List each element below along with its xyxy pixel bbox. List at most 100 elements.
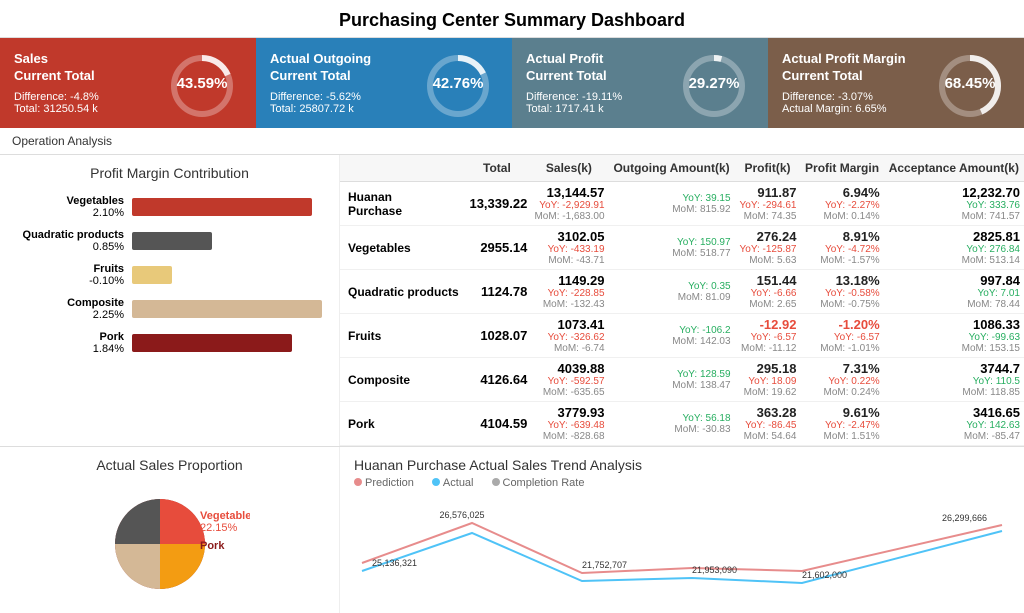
table-cell-accept: 997.84 YoY: 7.01 MoM: 78.44 (884, 270, 1024, 314)
trend-legend-item: Actual (432, 477, 474, 489)
table-header: Total (465, 155, 530, 182)
table-header: Sales(k) (529, 155, 608, 182)
table-cell-category: Fruits (340, 314, 465, 358)
bar-item: Fruits -0.10% (14, 263, 325, 287)
bar-item: Quadratic products 0.85% (14, 229, 325, 253)
kpi-card-outgoing: Actual OutgoingCurrent Total Difference:… (256, 38, 512, 128)
pie-area: Vegetables 22.15% Pork (14, 479, 325, 589)
svg-text:Vegetables: Vegetables (200, 510, 250, 522)
middle-row: Profit Margin Contribution Vegetables 2.… (0, 155, 1024, 447)
kpi-title-outgoing: Actual OutgoingCurrent Total (270, 51, 418, 85)
sales-proportion-title: Actual Sales Proportion (14, 457, 325, 473)
svg-text:21,602,000: 21,602,000 (802, 570, 847, 580)
svg-text:22.15%: 22.15% (200, 522, 238, 534)
kpi-total-profit: Total: 1717.41 k (526, 103, 674, 115)
table-cell-outgoing: YoY: 39.15 MoM: 815.92 (609, 182, 735, 226)
kpi-text-profit_margin: Actual Profit MarginCurrent Total Differ… (782, 51, 930, 115)
trend-svg: 26,576,025 25,136,321 21,752,707 21,953,… (354, 493, 1010, 603)
table-cell-outgoing: YoY: 150.97 MoM: 518.77 (609, 226, 735, 270)
trend-chart-title: Huanan Purchase Actual Sales Trend Analy… (354, 457, 1010, 473)
table-cell-total: 13,339.22 (465, 182, 530, 226)
bar-name: Vegetables (67, 195, 124, 207)
bar-name: Quadratic products (23, 229, 124, 241)
trend-chart: 26,576,025 25,136,321 21,752,707 21,953,… (354, 493, 1010, 603)
bar-item: Vegetables 2.10% (14, 195, 325, 219)
svg-text:Pork: Pork (200, 540, 225, 552)
kpi-value-profit: 29.27% (689, 75, 740, 92)
bar-track (132, 232, 212, 250)
kpi-total-outgoing: Total: 25807.72 k (270, 103, 418, 115)
kpi-title-profit: Actual ProfitCurrent Total (526, 51, 674, 85)
table-cell-total: 2955.14 (465, 226, 530, 270)
table-row: Vegetables2955.14 3102.05 YoY: -433.19 M… (340, 226, 1024, 270)
kpi-total-sales: Total: 31250.54 k (14, 103, 162, 115)
bar-item: Composite 2.25% (14, 297, 325, 321)
tab-bar: Operation Analysis (0, 128, 1024, 155)
bar-label: Pork 1.84% (14, 331, 124, 355)
table-cell-total: 1124.78 (465, 270, 530, 314)
bar-name: Fruits (93, 263, 124, 275)
table-cell-category: HuananPurchase (340, 182, 465, 226)
table-cell-profit: 363.28 YoY: -86.45 MoM: 54.64 (735, 402, 801, 446)
trend-legend-item: Completion Rate (492, 477, 585, 489)
table-cell-accept: 1086.33 YoY: -99.63 MoM: 153.15 (884, 314, 1024, 358)
kpi-title-sales: SalesCurrent Total (14, 51, 162, 85)
bottom-right: Huanan Purchase Actual Sales Trend Analy… (340, 447, 1024, 613)
bar-item: Pork 1.84% (14, 331, 325, 355)
table-cell-profit: 911.87 YoY: -294.61 MoM: 74.35 (735, 182, 801, 226)
table-cell-outgoing: YoY: 128.59 MoM: 138.47 (609, 358, 735, 402)
bottom-left: Actual Sales Proportion Vegetables 22.15… (0, 447, 340, 613)
table-header: Profit Margin (800, 155, 883, 182)
table-cell-category: Quadratic products (340, 270, 465, 314)
table-cell-profit: 151.44 YoY: -6.66 MoM: 2.65 (735, 270, 801, 314)
bar-track (132, 198, 312, 216)
kpi-card-profit_margin: Actual Profit MarginCurrent Total Differ… (768, 38, 1024, 128)
table-cell-margin: 7.31% YoY: 0.22% MoM: 0.24% (800, 358, 883, 402)
svg-text:21,752,707: 21,752,707 (582, 560, 627, 570)
table-cell-accept: 3744.7 YoY: 110.5 MoM: 118.85 (884, 358, 1024, 402)
bar-track (132, 300, 322, 318)
table-cell-category: Composite (340, 358, 465, 402)
svg-text:26,299,666: 26,299,666 (942, 513, 987, 523)
bar-label: Composite 2.25% (14, 297, 124, 321)
kpi-text-sales: SalesCurrent Total Difference: -4.8% Tot… (14, 51, 162, 115)
data-table: TotalSales(k)Outgoing Amount(k)Profit(k)… (340, 155, 1024, 446)
bar-pct: -0.10% (89, 275, 124, 287)
kpi-gauge-profit_margin: 68.45% (930, 48, 1010, 118)
kpi-text-outgoing: Actual OutgoingCurrent Total Difference:… (270, 51, 418, 115)
trend-legend: Prediction Actual Completion Rate (354, 477, 1010, 489)
kpi-diff-profit: Difference: -19.11% (526, 91, 674, 103)
bar-pct: 0.85% (93, 241, 124, 253)
table-cell-sales: 1073.41 YoY: -326.62 MoM: -6.74 (529, 314, 608, 358)
legend-dot (432, 478, 440, 486)
table-cell-sales: 3102.05 YoY: -433.19 MoM: -43.71 (529, 226, 608, 270)
kpi-row: SalesCurrent Total Difference: -4.8% Tot… (0, 38, 1024, 128)
table-row: Fruits1028.07 1073.41 YoY: -326.62 MoM: … (340, 314, 1024, 358)
table-cell-accept: 2825.81 YoY: 276.84 MoM: 513.14 (884, 226, 1024, 270)
kpi-diff-outgoing: Difference: -5.62% (270, 91, 418, 103)
profit-margin-title: Profit Margin Contribution (14, 165, 325, 181)
table-header (340, 155, 465, 182)
table-cell-profit: 276.24 YoY: -125.87 MoM: 5.63 (735, 226, 801, 270)
tab-operation-analysis[interactable]: Operation Analysis (12, 134, 112, 148)
table-cell-sales: 4039.88 YoY: -592.57 MoM: -635.65 (529, 358, 608, 402)
table-cell-profit: -12.92 YoY: -6.57 MoM: -11.12 (735, 314, 801, 358)
table-cell-accept: 3416.65 YoY: 142.63 MoM: -85.47 (884, 402, 1024, 446)
bar-track (132, 266, 172, 284)
bar-pct: 2.10% (93, 207, 124, 219)
trend-legend-item: Prediction (354, 477, 414, 489)
bar-pct: 2.25% (93, 309, 124, 321)
table-row: Quadratic products1124.78 1149.29 YoY: -… (340, 270, 1024, 314)
table-cell-outgoing: YoY: 0.35 MoM: 81.09 (609, 270, 735, 314)
pie-chart: Vegetables 22.15% Pork (90, 479, 250, 589)
table-cell-profit: 295.18 YoY: 18.09 MoM: 19.62 (735, 358, 801, 402)
bar-label: Vegetables 2.10% (14, 195, 124, 219)
kpi-gauge-sales: 43.59% (162, 48, 242, 118)
bar-label: Quadratic products 0.85% (14, 229, 124, 253)
kpi-value-sales: 43.59% (177, 75, 228, 92)
table-cell-margin: 9.61% YoY: -2.47% MoM: 1.51% (800, 402, 883, 446)
table-cell-total: 4104.59 (465, 402, 530, 446)
kpi-card-sales: SalesCurrent Total Difference: -4.8% Tot… (0, 38, 256, 128)
kpi-gauge-profit: 29.27% (674, 48, 754, 118)
kpi-card-profit: Actual ProfitCurrent Total Difference: -… (512, 38, 768, 128)
